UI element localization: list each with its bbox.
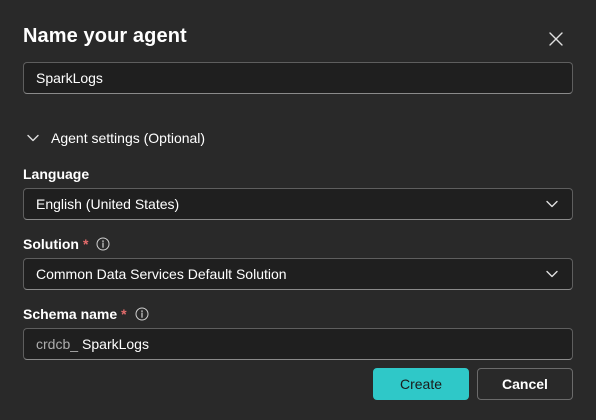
create-button[interactable]: Create xyxy=(373,368,469,400)
schema-name-input[interactable]: crdcb_ SparkLogs xyxy=(23,328,573,360)
schema-prefix: crdcb_ xyxy=(36,336,79,352)
cancel-button[interactable]: Cancel xyxy=(477,368,573,400)
language-select[interactable]: English (United States) xyxy=(23,188,573,220)
chevron-down-icon xyxy=(25,130,41,146)
solution-select[interactable]: Common Data Services Default Solution xyxy=(23,258,573,290)
required-marker: * xyxy=(83,236,89,252)
solution-label: Solution * xyxy=(23,236,110,252)
language-label-text: Language xyxy=(23,166,90,182)
agent-name-input[interactable]: SparkLogs xyxy=(23,62,573,94)
required-marker: * xyxy=(121,306,127,322)
schema-name-label: Schema name * xyxy=(23,306,149,322)
info-icon[interactable] xyxy=(135,307,149,321)
schema-label-text: Schema name xyxy=(23,306,118,322)
language-label: Language xyxy=(23,166,89,182)
solution-value: Common Data Services Default Solution xyxy=(36,266,287,282)
language-value: English (United States) xyxy=(36,196,180,212)
close-icon xyxy=(549,32,563,46)
info-icon[interactable] xyxy=(96,237,110,251)
name-agent-dialog: Name your agent SparkLogs Agent settings… xyxy=(0,0,596,420)
agent-name-value: SparkLogs xyxy=(36,70,103,86)
schema-name-value: SparkLogs xyxy=(82,336,149,352)
agent-settings-toggle[interactable]: Agent settings (Optional) xyxy=(23,130,205,146)
solution-label-text: Solution xyxy=(23,236,79,252)
chevron-down-icon xyxy=(544,266,560,282)
dialog-title: Name your agent xyxy=(23,25,187,47)
agent-settings-label: Agent settings (Optional) xyxy=(51,130,206,146)
chevron-down-icon xyxy=(544,196,560,212)
close-button[interactable] xyxy=(545,28,567,50)
